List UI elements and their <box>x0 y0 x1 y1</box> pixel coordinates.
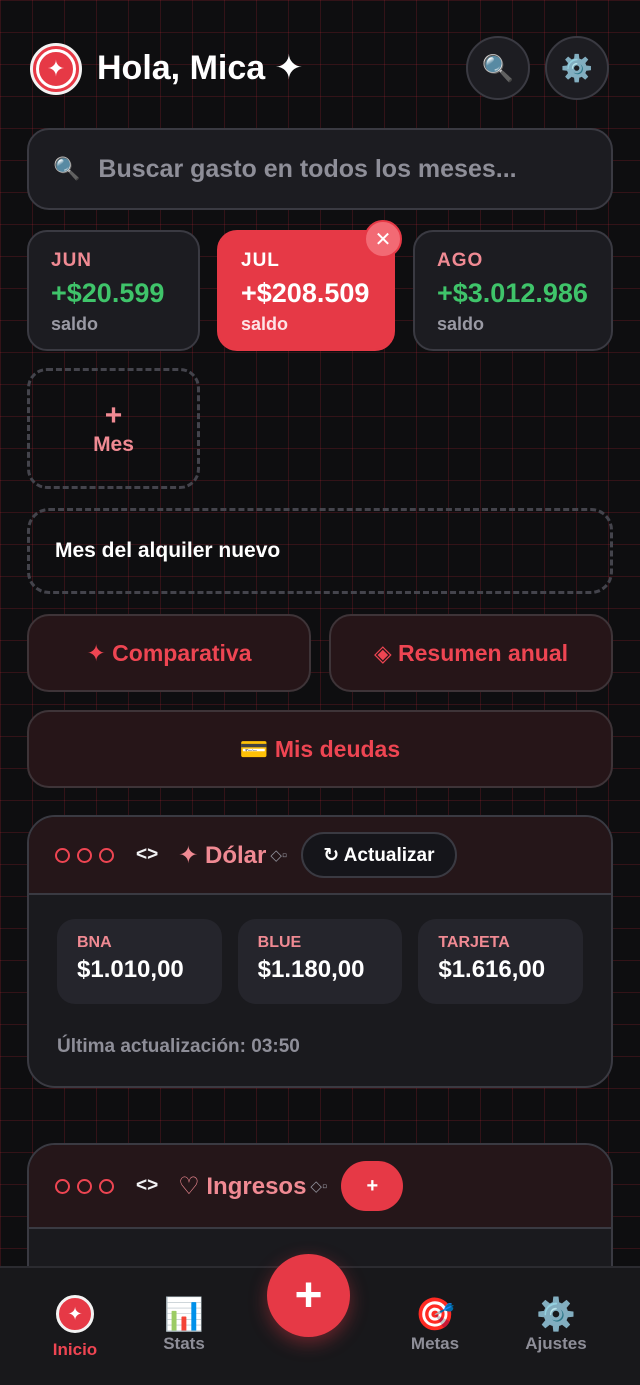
month-card-ago[interactable]: AGO +$3.012.986 saldo <box>413 230 613 351</box>
plus-icon: + <box>104 398 123 432</box>
month-card-jun[interactable]: JUN +$20.599 saldo <box>27 230 200 351</box>
rate-card-tarjeta: TARJETA $1.616,00 <box>418 919 584 1004</box>
add-expense-fab[interactable]: + <box>267 1254 350 1337</box>
month-balance: +$20.599 <box>51 278 165 308</box>
window-dots <box>55 1178 114 1194</box>
dot-icon <box>99 1178 114 1194</box>
panel-title: ♡ Ingresos <box>178 1172 307 1200</box>
month-balance: +$3.012.986 <box>437 278 588 308</box>
rate-value: $1.180,00 <box>257 956 365 983</box>
gear-icon: ⚙️ <box>560 52 594 83</box>
comparativa-button[interactable]: ✦ Comparativa <box>27 614 311 692</box>
rate-value: $1.010,00 <box>77 956 184 983</box>
month-name: JUN <box>51 250 93 271</box>
dot-icon <box>99 847 114 863</box>
close-icon: ✕ <box>374 228 392 251</box>
nav-ajustes[interactable]: ⚙️ Ajustes <box>506 1294 606 1354</box>
search-icon: 🔍 <box>481 52 515 83</box>
nav-label: Stats <box>163 1334 205 1353</box>
ingresos-panel-header: <> ♡ Ingresos ◇▫ + <box>29 1145 611 1229</box>
greeting-title: Hola, Mica ✦ <box>97 49 304 87</box>
rate-name: BNA <box>77 934 112 951</box>
panel-title: ✦ Dólar <box>178 841 267 869</box>
diamond-icon: ◇▫ <box>310 1178 328 1195</box>
diamond-icon: ◇▫ <box>270 847 288 864</box>
plus-icon: + <box>294 1269 323 1322</box>
add-ingreso-button[interactable]: + <box>341 1161 404 1211</box>
app-logo: ✦ <box>30 43 82 95</box>
nav-label: Ajustes <box>525 1334 587 1353</box>
month-balance: +$208.509 <box>241 278 370 308</box>
rate-value: $1.616,00 <box>438 956 546 983</box>
close-month-button[interactable]: ✕ <box>364 220 402 258</box>
nav-metas[interactable]: 🎯 Metas <box>385 1294 485 1354</box>
compass-icon: ✦ <box>56 1295 94 1333</box>
search-icon: 🔍 <box>53 156 81 181</box>
month-note[interactable]: Mes del alquiler nuevo <box>27 508 613 594</box>
add-month-button[interactable]: + Mes <box>27 368 200 489</box>
dot-icon <box>77 1178 92 1194</box>
chart-icon: 📊 <box>164 1296 204 1332</box>
compass-icon: ✦ <box>36 49 76 89</box>
dot-icon <box>55 847 70 863</box>
rate-card-blue: BLUE $1.180,00 <box>237 919 403 1004</box>
dot-icon <box>77 847 92 863</box>
dolar-panel: <> ✦ Dólar ◇▫ ↻ Actualizar BNA $1.010,00… <box>27 815 613 1088</box>
search-button[interactable]: 🔍 <box>466 36 530 100</box>
code-icon: <> <box>136 1175 159 1196</box>
nav-stats[interactable]: 📊 Stats <box>134 1294 234 1354</box>
add-month-label: Mes <box>93 432 134 456</box>
dot-icon <box>55 1178 70 1194</box>
search-bar[interactable]: 🔍 <box>27 128 613 210</box>
settings-button[interactable]: ⚙️ <box>545 36 609 100</box>
mis-deudas-button[interactable]: 💳 Mis deudas <box>27 710 613 788</box>
rates-list: BNA $1.010,00 BLUE $1.180,00 TARJETA $1.… <box>29 895 611 1004</box>
refresh-button[interactable]: ↻ Actualizar <box>301 832 457 878</box>
dolar-panel-header: <> ✦ Dólar ◇▫ ↻ Actualizar <box>29 817 611 895</box>
resumen-anual-button[interactable]: ◈ Resumen anual <box>329 614 613 692</box>
rate-name: BLUE <box>257 934 302 951</box>
code-icon: <> <box>136 844 159 865</box>
month-balance-label: saldo <box>437 314 485 334</box>
search-input[interactable] <box>98 154 579 184</box>
month-balance-label: saldo <box>51 314 99 334</box>
nav-inicio[interactable]: ✦ Inicio <box>25 1294 125 1360</box>
month-name: AGO <box>437 250 484 271</box>
rate-card-bna: BNA $1.010,00 <box>57 919 222 1004</box>
target-icon: 🎯 <box>415 1296 455 1332</box>
last-updated: Última actualización: 03:50 <box>57 1036 300 1057</box>
window-dots <box>55 847 114 863</box>
nav-label: Metas <box>410 1334 460 1353</box>
gear-icon: ⚙️ <box>536 1296 576 1332</box>
nav-label: Inicio <box>52 1340 98 1359</box>
month-balance-label: saldo <box>241 314 289 334</box>
rate-name: TARJETA <box>438 934 510 951</box>
